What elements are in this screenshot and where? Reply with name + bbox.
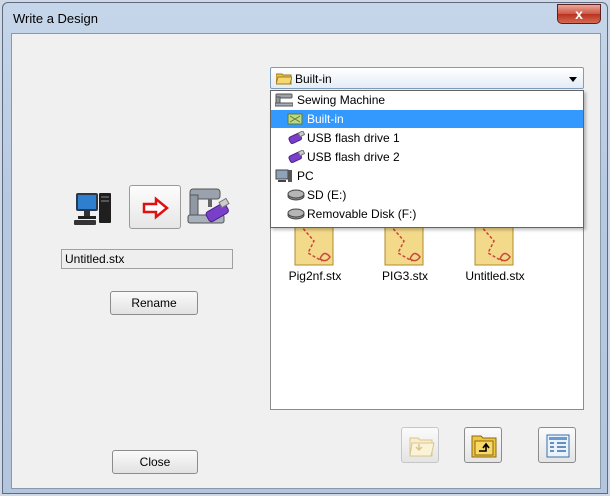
- file-item[interactable]: Untitled.stx: [457, 223, 533, 283]
- details-view-icon: [546, 434, 570, 458]
- window-title: Write a Design: [13, 11, 99, 26]
- embroidery-file-icon: [294, 223, 334, 266]
- file-name: PIG3.stx: [381, 269, 428, 283]
- location-dropdown-list: Sewing Machine Built-in USB flash drive …: [270, 90, 584, 228]
- dropdown-item-usb-1[interactable]: USB flash drive 1: [271, 129, 583, 147]
- embroidery-file-icon: [474, 223, 514, 266]
- new-folder-icon: [409, 437, 435, 457]
- combo-selected-label: Built-in: [295, 72, 332, 86]
- view-toggle-button[interactable]: [538, 427, 576, 463]
- rename-button[interactable]: Rename: [110, 291, 198, 315]
- filename-field[interactable]: Untitled.stx: [61, 249, 233, 269]
- chevron-down-icon[interactable]: [569, 77, 577, 82]
- file-name: Pig2nf.stx: [288, 269, 342, 283]
- dropdown-item-usb-2[interactable]: USB flash drive 2: [271, 148, 583, 166]
- dialog-body: Untitled.stx Rename Close Pig2nf.stx PIG…: [11, 33, 601, 489]
- up-folder-button[interactable]: [464, 427, 502, 463]
- up-folder-icon: [471, 435, 497, 458]
- dropdown-item-label: USB flash drive 1: [307, 131, 400, 145]
- usb-drive-icon: [288, 131, 305, 145]
- file-item[interactable]: PIG3.stx: [367, 223, 443, 283]
- sewing-machine-icon: [275, 93, 293, 107]
- dropdown-item-removable-disk[interactable]: Removable Disk (F:): [271, 205, 583, 223]
- embroidery-file-icon: [384, 223, 424, 266]
- file-list-panel[interactable]: Pig2nf.stx PIG3.stx Untitled.stx: [270, 222, 584, 410]
- dropdown-item-built-in[interactable]: Built-in: [271, 110, 583, 128]
- dropdown-item-label: SD (E:): [307, 188, 347, 202]
- close-button[interactable]: Close: [112, 450, 198, 474]
- write-design-window: Write a Design x Untitled.stx Rename Clo…: [2, 2, 608, 494]
- file-item[interactable]: Pig2nf.stx: [277, 223, 353, 283]
- dropdown-item-label: USB flash drive 2: [307, 150, 400, 164]
- builtin-memory-icon: [287, 113, 303, 125]
- red-right-arrow-icon: [142, 196, 169, 220]
- sewing-machine-usb-icon: [186, 185, 232, 229]
- dropdown-item-label: Sewing Machine: [297, 93, 386, 107]
- dropdown-item-sewing-machine[interactable]: Sewing Machine: [271, 91, 583, 109]
- dropdown-item-label: PC: [297, 169, 314, 183]
- computer-icon: [72, 187, 116, 227]
- close-icon: x: [575, 6, 583, 22]
- transfer-arrow-button[interactable]: [129, 185, 181, 229]
- disk-icon: [287, 208, 305, 220]
- dropdown-item-label: Built-in: [307, 112, 344, 126]
- folder-icon: [276, 73, 292, 85]
- title-bar: Write a Design x: [3, 3, 607, 33]
- file-name: Untitled.stx: [465, 269, 525, 283]
- dropdown-item-label: Removable Disk (F:): [307, 207, 417, 221]
- dropdown-item-pc[interactable]: PC: [271, 167, 583, 185]
- window-close-button[interactable]: x: [557, 4, 601, 24]
- pc-icon: [275, 169, 292, 182]
- disk-icon: [287, 189, 305, 201]
- new-folder-button[interactable]: [401, 427, 439, 463]
- dropdown-item-sd[interactable]: SD (E:): [271, 186, 583, 204]
- location-combo[interactable]: Built-in: [270, 67, 584, 89]
- usb-drive-icon: [288, 150, 305, 164]
